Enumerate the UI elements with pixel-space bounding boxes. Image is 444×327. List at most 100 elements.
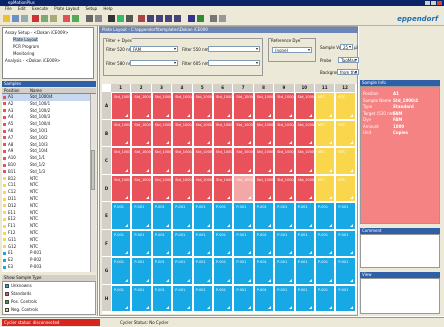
sample-vol-input[interactable]: 25 bbox=[340, 44, 353, 50]
plate-well[interactable]: P-001 bbox=[233, 202, 254, 230]
undo-icon[interactable] bbox=[63, 15, 70, 22]
plate-column-header[interactable]: 1 bbox=[111, 84, 132, 92]
plate-well[interactable]: NTC bbox=[335, 174, 356, 202]
plate-well[interactable]: P-001 bbox=[274, 257, 295, 285]
plate-well[interactable]: P-001 bbox=[315, 202, 336, 230]
table-row[interactable]: A8 Std_10/3 bbox=[2, 142, 90, 149]
plate-well[interactable]: P-001 bbox=[111, 257, 132, 285]
plate-well[interactable]: P-001 bbox=[213, 257, 234, 285]
comment-textarea[interactable] bbox=[360, 234, 440, 268]
checkbox-pos-controls[interactable]: Pos. Controls bbox=[5, 299, 37, 305]
table-row[interactable]: E11 NTC bbox=[2, 210, 90, 217]
plate-well[interactable]: P-001 bbox=[131, 284, 152, 312]
plate-row-header[interactable]: D bbox=[102, 174, 111, 202]
plate-well[interactable]: P-001 bbox=[131, 257, 152, 285]
table-row[interactable]: A7 Std_10/2 bbox=[2, 135, 90, 142]
plate-well[interactable]: P-001 bbox=[335, 257, 356, 285]
plate-well[interactable]: Std_1000/4 bbox=[111, 147, 132, 175]
plate-well[interactable]: Std_1000/4 bbox=[111, 174, 132, 202]
help-icon[interactable] bbox=[219, 15, 226, 22]
plate-well[interactable]: P-001 bbox=[335, 202, 356, 230]
plate-well[interactable]: Std_1000/4 bbox=[172, 119, 193, 147]
plate-column-header[interactable]: 12 bbox=[335, 84, 356, 92]
plate-well[interactable]: P-001 bbox=[294, 229, 315, 257]
plate-well[interactable]: Std_1000/4 bbox=[213, 119, 234, 147]
plate-well[interactable]: NTC bbox=[335, 92, 356, 120]
open-icon[interactable] bbox=[3, 15, 10, 22]
plate-well[interactable]: P-001 bbox=[192, 229, 213, 257]
plate-well[interactable]: P-001 bbox=[294, 284, 315, 312]
plate-well[interactable]: Std_1000/4 bbox=[274, 119, 295, 147]
probe-select[interactable]: TaqMan bbox=[338, 57, 359, 63]
table-row[interactable]: B12 NTC bbox=[2, 176, 90, 183]
plate-well[interactable]: P-001 bbox=[274, 202, 295, 230]
plate-column-header[interactable]: 10 bbox=[294, 84, 315, 92]
layout-icon[interactable] bbox=[188, 15, 195, 22]
plate-well[interactable]: P-001 bbox=[233, 284, 254, 312]
plate-well[interactable]: P-001 bbox=[131, 229, 152, 257]
plate-well[interactable]: P-001 bbox=[111, 202, 132, 230]
plate-row-header[interactable]: E bbox=[102, 202, 111, 230]
last-icon[interactable] bbox=[174, 15, 181, 22]
table-row[interactable]: G11 NTC bbox=[2, 237, 90, 244]
plate-well[interactable]: Std_1000/4 bbox=[294, 119, 315, 147]
plate-well[interactable]: Std_1000/4 bbox=[294, 174, 315, 202]
plate-well[interactable]: P-001 bbox=[151, 202, 173, 230]
plate-column-header[interactable]: 9 bbox=[274, 84, 295, 92]
plate-well[interactable]: P-001 bbox=[274, 284, 295, 312]
plate-well[interactable]: Std_1000/4 bbox=[192, 174, 213, 202]
plate-well[interactable]: P-001 bbox=[253, 284, 275, 312]
plate-well[interactable]: P-001 bbox=[335, 284, 356, 312]
plate-well[interactable]: Std_1000/4 bbox=[172, 92, 193, 120]
plate-well[interactable]: P-001 bbox=[315, 229, 336, 257]
plate-well[interactable]: Std_1000/4 bbox=[172, 147, 193, 175]
plate-well[interactable]: Std_1000/4 bbox=[111, 92, 132, 120]
plate-row-header[interactable]: B bbox=[102, 119, 111, 147]
plate-well[interactable]: P-001 bbox=[192, 284, 213, 312]
plate-well[interactable]: Std_1000/4 bbox=[253, 119, 275, 147]
checkbox-unknowns[interactable]: Unknowns bbox=[5, 283, 32, 289]
plate-row-header[interactable]: C bbox=[102, 147, 111, 175]
plate-well[interactable]: Std_1000/4 bbox=[274, 174, 295, 202]
plate-well[interactable]: P-001 bbox=[151, 257, 173, 285]
plate-well[interactable]: P-001 bbox=[172, 229, 193, 257]
plate-well[interactable]: P-001 bbox=[233, 257, 254, 285]
table-row[interactable]: A10 Std_1/1 bbox=[2, 155, 90, 162]
plate-well[interactable]: NTC bbox=[335, 147, 356, 175]
table-row[interactable]: A5 Std_100/4 bbox=[2, 121, 90, 128]
plate-well[interactable]: P-001 bbox=[172, 202, 193, 230]
plate-well[interactable]: Std_1000/4 bbox=[192, 147, 213, 175]
plate-well[interactable]: P-001 bbox=[253, 229, 275, 257]
plate-well[interactable]: Std_1000/4 bbox=[151, 147, 173, 175]
table-row[interactable]: A4 Std_100/3 bbox=[2, 114, 90, 121]
plate-row-header[interactable]: G bbox=[102, 257, 111, 285]
plate-well[interactable]: P-001 bbox=[111, 229, 132, 257]
plate-column-header[interactable]: 2 bbox=[131, 84, 152, 92]
plate-well[interactable]: P-001 bbox=[213, 284, 234, 312]
plate-well[interactable]: P-001 bbox=[253, 257, 275, 285]
table-row[interactable]: F11 NTC bbox=[2, 223, 90, 230]
minimize-button[interactable] bbox=[425, 1, 430, 5]
table-row[interactable]: D11 NTC bbox=[2, 196, 90, 203]
plate-well[interactable]: P-001 bbox=[131, 202, 152, 230]
table-row[interactable]: D12 NTC bbox=[2, 203, 90, 210]
background-select[interactable]: from the Real-time Plate bbox=[337, 69, 359, 75]
plate-well[interactable]: Std_1000/4 bbox=[253, 174, 275, 202]
table-row[interactable]: C11 NTC bbox=[2, 182, 90, 189]
plate-well[interactable]: Std_1000/4 bbox=[151, 92, 173, 120]
plate-well[interactable]: Std_1000/4 bbox=[131, 92, 152, 120]
reference-dye-select[interactable]: (none) bbox=[272, 47, 312, 53]
plate-well[interactable]: Std_1000/4 bbox=[294, 147, 315, 175]
plate-well[interactable]: P-001 bbox=[253, 202, 275, 230]
table-row[interactable]: B10 Std_1/2 bbox=[2, 162, 90, 169]
plate-column-header[interactable]: 11 bbox=[315, 84, 336, 92]
plate-well[interactable]: P-001 bbox=[172, 284, 193, 312]
table-row[interactable]: A2 Std_100/1 bbox=[2, 101, 90, 108]
print-icon[interactable] bbox=[21, 15, 28, 22]
plate-well[interactable]: P-001 bbox=[151, 229, 173, 257]
first-icon[interactable] bbox=[147, 15, 154, 22]
plate-well[interactable]: P-001 bbox=[111, 284, 132, 312]
plate-column-header[interactable]: 5 bbox=[192, 84, 213, 92]
plate-well[interactable]: Std_1000/4 bbox=[151, 119, 173, 147]
checkbox-neg-controls[interactable]: Neg. Controls bbox=[5, 307, 38, 313]
